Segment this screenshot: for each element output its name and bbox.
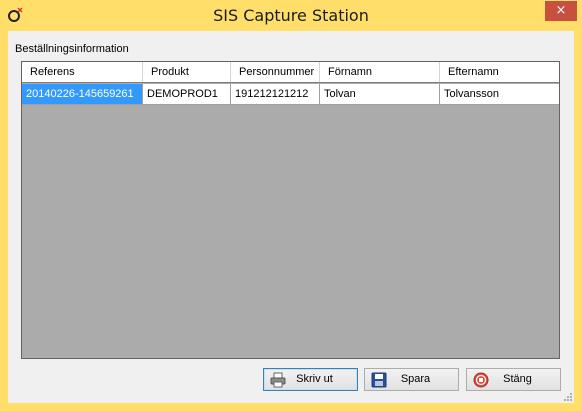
grid-header: Referens Produkt Personnummer Förnamn Ef… <box>22 62 559 83</box>
title-bar[interactable]: SIS Capture Station × <box>0 0 582 30</box>
close-button[interactable]: Stäng <box>466 368 561 391</box>
group-label: Beställningsinformation <box>15 43 129 55</box>
save-button-label: Spara <box>400 373 431 385</box>
save-button[interactable]: Spara <box>364 368 459 391</box>
column-header-produkt[interactable]: Produkt <box>143 62 231 82</box>
window-close-button[interactable]: × <box>545 1 577 21</box>
column-header-personnummer[interactable]: Personnummer <box>231 62 320 82</box>
cell-personnummer[interactable]: 191212121212 <box>231 84 320 104</box>
column-header-referens[interactable]: Referens <box>22 62 143 82</box>
close-button-label: Stäng <box>503 373 532 385</box>
application-window: SIS Capture Station × Beställningsinform… <box>0 0 582 411</box>
print-button[interactable]: Skriv ut <box>263 368 358 391</box>
cell-referens[interactable]: 20140226-145659261 <box>22 84 143 104</box>
resize-grip-icon[interactable] <box>562 391 572 401</box>
print-button-label: Skriv ut <box>296 373 333 385</box>
cell-produkt[interactable]: DEMOPROD1 <box>143 84 231 104</box>
window-title: SIS Capture Station <box>213 6 369 25</box>
column-header-fornamn[interactable]: Förnamn <box>320 62 440 82</box>
table-row[interactable]: 20140226-145659261 DEMOPROD1 19121212121… <box>22 84 559 105</box>
order-grid[interactable]: Referens Produkt Personnummer Förnamn Ef… <box>21 61 560 359</box>
cell-efternamn[interactable]: Tolvansson <box>440 84 559 104</box>
cell-fornamn[interactable]: Tolvan <box>320 84 440 104</box>
column-header-efternamn[interactable]: Efternamn <box>440 62 559 82</box>
